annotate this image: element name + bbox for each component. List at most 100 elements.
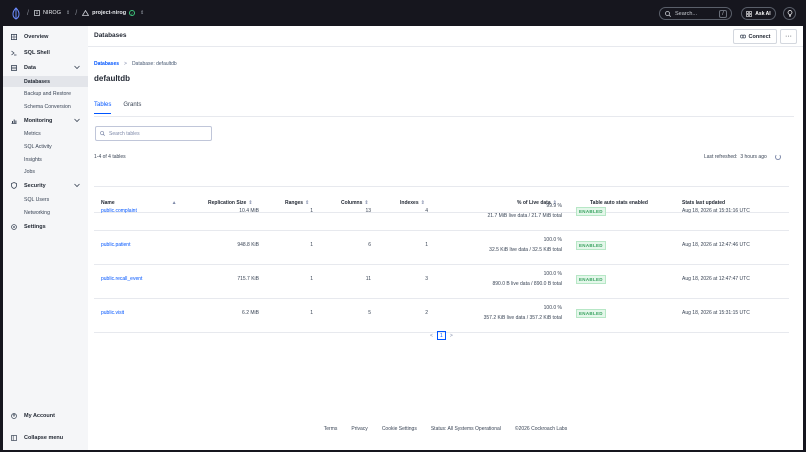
chevron-updown-icon: ⇕ (65, 10, 71, 16)
header-title: Databases (94, 32, 127, 39)
table-name-link[interactable]: public.patient (101, 242, 130, 248)
table-row: public.patient 948.8 KiB 1 6 1 100.0 % 32.5 Ki… (94, 230, 789, 264)
grid-icon (746, 10, 753, 17)
sidebar-item-metrics[interactable]: Metrics (3, 128, 88, 139)
sidebar-item-label: Databases (24, 78, 50, 85)
sidebar-item-label: Monitoring (24, 117, 53, 124)
grid-icon (11, 33, 17, 40)
sidebar-item-schema-conversion[interactable]: Schema Conversion (3, 101, 88, 112)
sidebar-item-backup-restore[interactable]: Backup and Restore (3, 88, 88, 99)
indexes-cell: 2 (425, 310, 428, 316)
tab-grants[interactable]: Grants (123, 102, 141, 114)
live-detail-cell: 21.7 MiB live data / 21.7 MiB total (487, 213, 562, 219)
sidebar-item-data[interactable]: Data (3, 62, 88, 73)
page-1-button[interactable]: 1 (436, 331, 446, 340)
columns-cell: 13 (365, 208, 371, 214)
sidebar-item-insights[interactable]: Insights (3, 154, 88, 165)
sidebar-item-label: Settings (24, 223, 46, 230)
ask-ai-label: Ask AI (755, 10, 771, 17)
sidebar-item-label: Jobs (24, 168, 35, 175)
chevron-down-icon (74, 118, 80, 123)
search-tables-field[interactable] (95, 126, 212, 141)
footer-terms-link[interactable]: Terms (324, 426, 338, 432)
breadcrumb-databases-link[interactable]: Databases (94, 61, 119, 67)
refresh-spinner-icon[interactable] (774, 154, 781, 160)
global-search-input[interactable]: Search... / (659, 7, 732, 20)
indexes-cell: 1 (425, 242, 428, 248)
sidebar-item-label: SQL Users (24, 196, 50, 203)
more-options-button[interactable]: ··· (780, 29, 797, 44)
sidebar-item-sql-shell[interactable]: SQL Shell (3, 47, 88, 58)
next-page-button[interactable]: > (450, 333, 453, 339)
help-button[interactable] (783, 7, 796, 20)
header-top-divider (94, 186, 789, 187)
sidebar: Overview SQL Shell Data Databases Backup… (3, 26, 88, 450)
building-icon (34, 10, 40, 16)
replication-size-cell: 10.4 MiB (239, 208, 259, 214)
footer-privacy-link[interactable]: Privacy (351, 426, 367, 432)
sidebar-item-label: Data (24, 64, 36, 71)
replication-size-cell: 948.8 KiB (237, 242, 259, 248)
ranges-cell: 1 (310, 208, 313, 214)
collapse-menu-button[interactable]: Collapse menu (3, 432, 88, 443)
project-selector[interactable]: project-nirog ✓ ⇕ (82, 10, 144, 16)
last-refreshed: Last refreshed: 3 hours ago (704, 154, 781, 160)
live-detail-cell: 32.5 KiB live data / 32.5 KiB total (489, 247, 562, 253)
link-icon (739, 34, 746, 39)
ranges-cell: 1 (310, 310, 313, 316)
sidebar-item-label: Security (24, 182, 46, 189)
footer: Terms Privacy Cookie Settings Status: Al… (88, 426, 803, 432)
database-icon (11, 64, 17, 71)
sidebar-item-label: Networking (24, 209, 50, 216)
table-name-link[interactable]: public.visit (101, 310, 124, 316)
sidebar-item-security[interactable]: Security (3, 180, 88, 191)
stats-updated-cell: Aug 18, 2026 at 12:47:46 UTC (682, 242, 750, 248)
ranges-cell: 1 (310, 242, 313, 248)
sidebar-item-label: Backup and Restore (24, 90, 72, 97)
table-row: public.complaint 10.4 MiB 1 13 4 99.9 % 21.7 M… (94, 196, 789, 230)
sidebar-item-networking[interactable]: Networking (3, 207, 88, 218)
sidebar-item-sql-activity[interactable]: SQL Activity (3, 141, 88, 152)
sidebar-item-label: Insights (24, 156, 42, 163)
sidebar-item-settings[interactable]: Settings (3, 221, 88, 232)
prev-page-button[interactable]: < (430, 333, 433, 339)
connect-button[interactable]: Connect (733, 29, 777, 44)
org-selector[interactable]: NIROG ⇕ (34, 10, 70, 16)
more-icon: ··· (785, 33, 792, 40)
replication-size-cell: 715.7 KiB (237, 276, 259, 282)
tab-tables[interactable]: Tables (94, 102, 112, 114)
page-header: Databases Connect ··· (88, 26, 803, 47)
sidebar-item-monitoring[interactable]: Monitoring (3, 115, 88, 126)
sidebar-item-overview[interactable]: Overview (3, 31, 88, 42)
stats-updated-cell: Aug 18, 2026 at 15:31:16 UTC (682, 208, 750, 214)
search-icon (665, 10, 671, 17)
indexes-cell: 3 (425, 276, 428, 282)
sidebar-item-label: Metrics (24, 130, 41, 137)
search-tables-input[interactable] (109, 130, 209, 137)
sidebar-item-jobs[interactable]: Jobs (3, 166, 88, 177)
auto-stats-badge: ENABLED (576, 309, 606, 318)
search-icon (100, 131, 105, 136)
sidebar-item-label: My Account (24, 412, 55, 419)
connect-label: Connect (748, 33, 771, 40)
live-detail-cell: 890.0 B live data / 890.0 B total (492, 281, 563, 287)
sidebar-item-sql-users[interactable]: SQL Users (3, 194, 88, 205)
page-title: defaultdb (94, 74, 130, 83)
indexes-cell: 4 (425, 208, 428, 214)
ask-ai-button[interactable]: Ask AI (741, 7, 776, 20)
cluster-icon (82, 10, 90, 16)
gear-icon (11, 223, 17, 230)
table-name-link[interactable]: public.complaint (101, 208, 137, 214)
sidebar-item-label: Overview (24, 33, 49, 40)
table-name-link[interactable]: public.recall_event (101, 276, 142, 282)
sidebar-item-my-account[interactable]: My Account (3, 410, 88, 421)
auto-stats-badge: ENABLED (576, 207, 606, 216)
tabs-divider (94, 116, 794, 117)
sidebar-item-databases[interactable]: Databases (3, 76, 88, 87)
cockroach-logo-icon[interactable] (10, 6, 22, 20)
pagination: < 1 > (430, 331, 453, 340)
search-shortcut-key: / (719, 10, 727, 18)
chevron-down-icon (74, 183, 80, 188)
footer-status-link[interactable]: Status: All Systems Operational (431, 426, 501, 432)
footer-cookie-settings-link[interactable]: Cookie Settings (382, 426, 417, 432)
